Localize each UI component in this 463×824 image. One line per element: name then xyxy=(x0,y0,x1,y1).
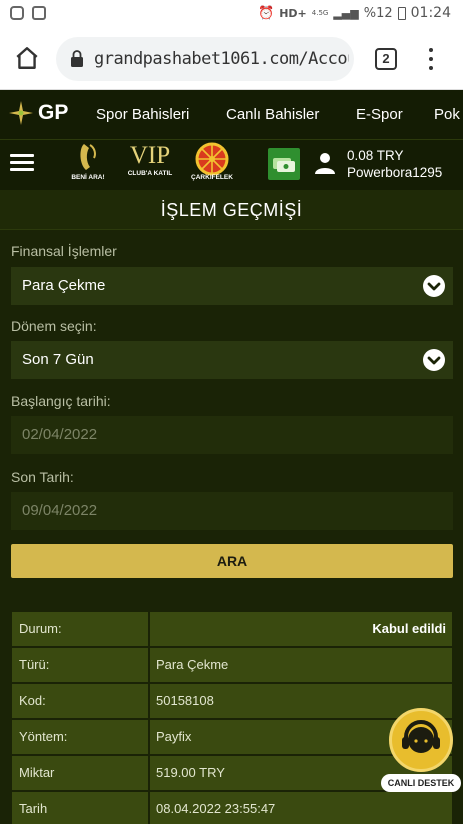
home-icon[interactable] xyxy=(14,45,40,71)
row-key: Türü: xyxy=(12,648,148,682)
battery-icon xyxy=(397,6,406,20)
chevron-down-icon xyxy=(423,349,445,371)
site-nav: GP Spor Bahisleri Canlı Bahisler E-Spor … xyxy=(0,90,463,140)
promo-vip-club-label: CLUB'A KATIL xyxy=(127,170,173,177)
instagram-icon xyxy=(10,6,24,20)
end-date-label: Son Tarih: xyxy=(11,469,74,485)
promo-vip-club[interactable]: VIP CLUB'A KATIL xyxy=(120,142,180,177)
clock: 01:24 xyxy=(410,5,451,21)
table-row: Türü: Para Çekme xyxy=(12,648,452,684)
logo-text: GP xyxy=(38,101,69,124)
hamburger-menu-icon[interactable] xyxy=(10,154,34,172)
promo-call-me[interactable]: BENİ ARA! xyxy=(66,142,110,181)
nav-live-betting[interactable]: Canlı Bahisler xyxy=(226,106,319,123)
headset-icon xyxy=(402,720,440,753)
table-row: Durum: Kabul edildi xyxy=(12,612,452,648)
support-circle xyxy=(389,708,453,772)
status-value: Kabul edildi xyxy=(150,612,452,646)
row-value: 08.04.2022 23:55:47 xyxy=(150,792,452,824)
signal-icon: ▂▄▆ xyxy=(333,6,359,20)
nav-sports-betting[interactable]: Spor Bahisleri xyxy=(96,106,189,123)
support-label: CANLI DESTEK xyxy=(381,774,461,792)
balance-amount: 0.08 TRY xyxy=(347,148,404,163)
lock-icon xyxy=(71,50,83,67)
money-icon xyxy=(273,158,295,172)
start-date-label: Başlangıç tarihi: xyxy=(11,393,111,409)
account-bar: BENİ ARA! VIP CLUB'A KATIL ÇARKIFELEK 0.… xyxy=(0,140,463,190)
browser-toolbar: grandpashabet1061.com/Account 2 xyxy=(0,28,463,90)
table-row: Tarih 08.04.2022 23:55:47 xyxy=(12,792,452,824)
account-info[interactable]: 0.08 TRY Powerbora1295 xyxy=(347,147,442,181)
financial-type-value: Para Çekme xyxy=(22,277,106,294)
nav-esports[interactable]: E-Spor xyxy=(356,106,403,123)
nav-poker[interactable]: Pok xyxy=(434,106,460,123)
period-label: Dönem seçin: xyxy=(11,318,97,334)
row-key: Durum: xyxy=(12,612,148,646)
live-support-button[interactable]: CANLI DESTEK xyxy=(381,708,461,794)
star-logo-icon xyxy=(9,101,33,125)
phone-promo-icon xyxy=(80,144,96,170)
alarm-icon: ⏰ xyxy=(258,5,275,21)
chevron-down-icon xyxy=(423,275,445,297)
username: Powerbora1295 xyxy=(347,165,443,180)
browser-menu-icon[interactable] xyxy=(426,46,436,72)
search-button[interactable]: ARA xyxy=(11,544,453,578)
row-value: Para Çekme xyxy=(150,648,452,682)
start-date-input[interactable]: 02/04/2022 xyxy=(11,416,453,454)
address-bar[interactable]: grandpashabet1061.com/Account xyxy=(56,37,354,81)
user-icon[interactable] xyxy=(315,152,335,174)
row-key: Kod: xyxy=(12,684,148,718)
tab-switcher-button[interactable]: 2 xyxy=(375,48,397,70)
period-select[interactable]: Son 7 Gün xyxy=(11,341,453,379)
wifi-icon xyxy=(32,6,46,20)
vip-logo: VIP xyxy=(129,142,171,169)
page-title: İŞLEM GEÇMİŞİ xyxy=(0,190,463,230)
site-logo[interactable]: GP xyxy=(8,100,68,126)
row-key: Miktar xyxy=(12,756,148,790)
wallet-button[interactable] xyxy=(268,148,300,180)
end-date-input[interactable]: 09/04/2022 xyxy=(11,492,453,530)
period-value: Son 7 Gün xyxy=(22,351,94,368)
promo-wheel-label: ÇARKIFELEK xyxy=(191,174,233,181)
promo-call-me-label: BENİ ARA! xyxy=(71,174,105,181)
promo-wheel[interactable]: ÇARKIFELEK xyxy=(188,142,236,181)
network-type-label: 4.5G xyxy=(311,9,329,17)
wheel-icon xyxy=(195,142,229,176)
financial-type-select[interactable]: Para Çekme xyxy=(11,267,453,305)
battery-text: %12 xyxy=(363,5,393,21)
row-key: Yöntem: xyxy=(12,720,148,754)
row-key: Tarih xyxy=(12,792,148,824)
network-label: HD+ xyxy=(279,6,307,20)
url-text: grandpashabet1061.com/Account xyxy=(94,49,349,69)
status-bar: ⏰ HD+ 4.5G ▂▄▆ %12 01:24 xyxy=(0,0,463,28)
financial-type-label: Finansal İşlemler xyxy=(11,243,117,259)
